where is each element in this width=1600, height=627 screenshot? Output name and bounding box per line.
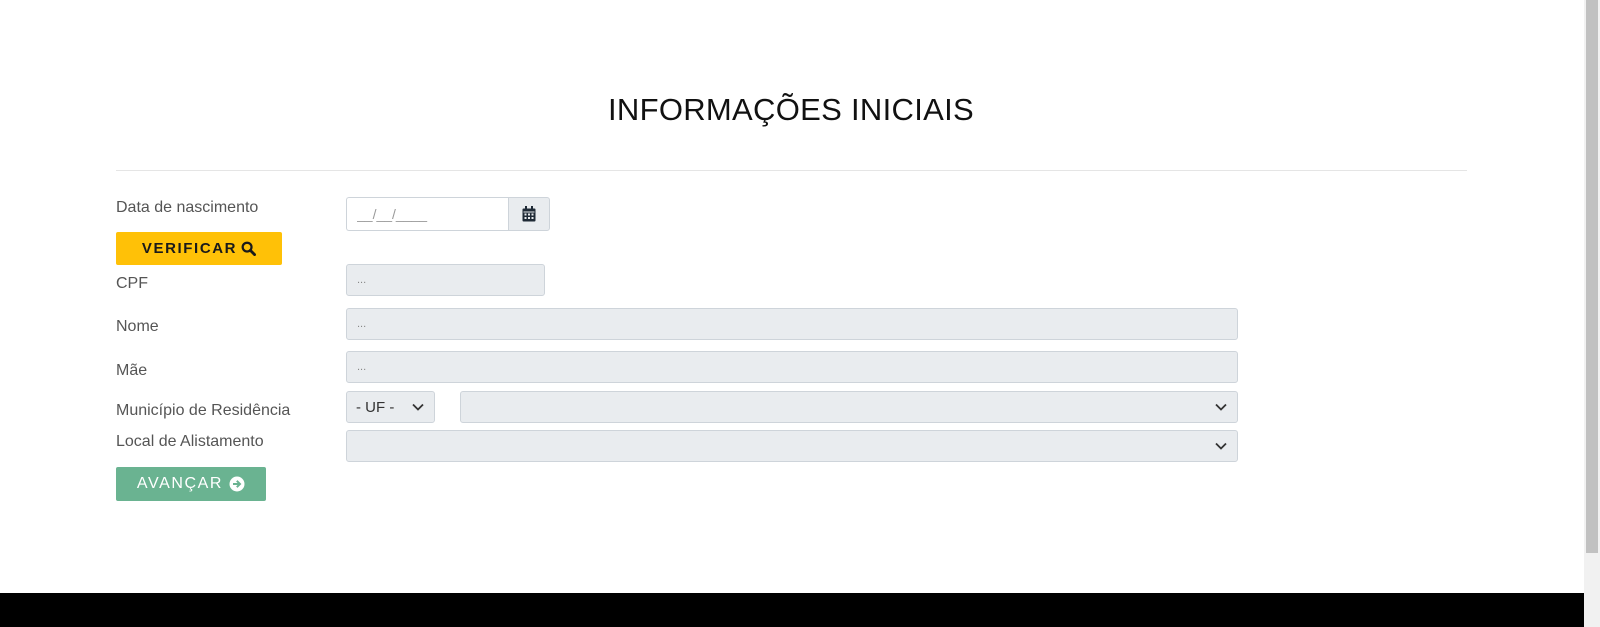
local-alistamento-select[interactable] [346,430,1238,462]
title-divider [116,170,1467,171]
municipio-label: Município de Residência [116,402,291,419]
nome-label: Nome [116,318,159,335]
search-icon [241,241,257,256]
calendar-icon [522,206,536,222]
birth-date-label: Data de nascimento [116,199,259,216]
verify-button[interactable]: VERIFICAR [116,232,282,265]
footer [0,593,1584,627]
uf-select[interactable]: - UF - [346,391,435,423]
chevron-down-icon [412,403,424,411]
verify-button-label: VERIFICAR [141,240,238,257]
calendar-button[interactable] [508,197,550,231]
scrollbar-thumb[interactable] [1586,0,1598,553]
chevron-down-icon [1215,442,1227,450]
cpf-input[interactable] [346,264,545,296]
page-scrollbar[interactable] [1584,0,1600,627]
uf-select-value: - UF - [356,398,395,416]
advance-button[interactable]: AVANÇAR [116,467,266,501]
birth-date-group [346,197,550,231]
mae-label: Mãe [116,362,148,379]
municipio-select[interactable] [460,391,1238,423]
nome-input[interactable] [346,308,1238,340]
page-title: INFORMAÇÕES INICIAIS [608,92,974,127]
arrow-circle-right-icon [229,476,245,492]
chevron-down-icon [1215,403,1227,411]
mae-input[interactable] [346,351,1238,383]
cpf-label: CPF [116,275,148,292]
advance-button-label: AVANÇAR [136,475,224,492]
birth-date-input[interactable] [346,197,508,231]
local-alistamento-label: Local de Alistamento [116,433,264,450]
